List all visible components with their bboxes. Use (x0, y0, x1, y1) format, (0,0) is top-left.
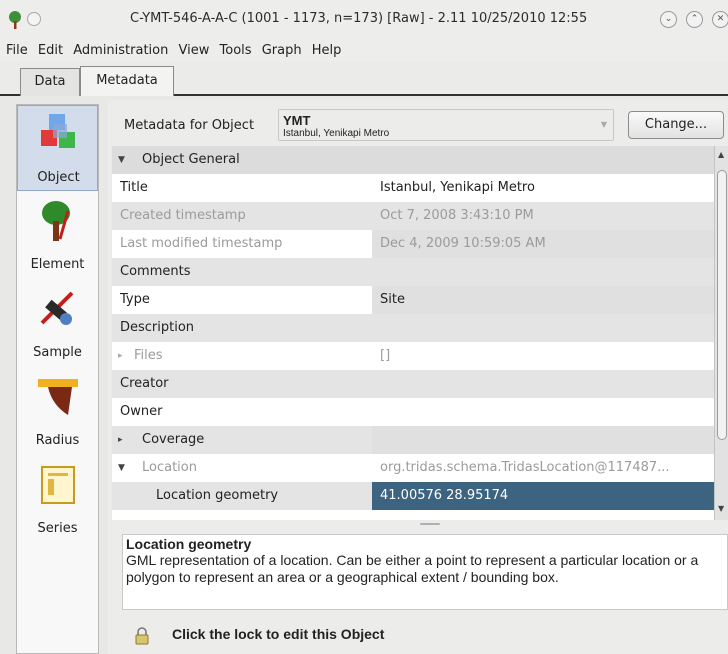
property-value[interactable] (372, 258, 714, 286)
table-row[interactable]: Type Site (112, 286, 714, 314)
expanded-triangle-icon: ▼ (118, 155, 125, 165)
menu-tools[interactable]: Tools (214, 40, 252, 62)
collapsed-triangle-icon[interactable]: ▸ (118, 342, 123, 370)
sidebar-item-series[interactable]: Series (17, 457, 98, 543)
metadata-panel: Metadata for Object YMT Istanbul, Yenika… (108, 100, 728, 654)
property-table: ▼ Object General Title Istanbul, Yenikap… (112, 146, 714, 520)
table-row[interactable]: Title Istanbul, Yenikapi Metro (112, 174, 714, 202)
table-row[interactable]: ▸ Files [] (112, 342, 714, 370)
property-name: Location geometry (156, 488, 279, 503)
title-bar: C-YMT-546-A-A-C (1001 - 1173, n=173) [Ra… (0, 0, 728, 40)
collapsed-triangle-icon[interactable]: ▸ (118, 426, 123, 454)
property-value[interactable] (372, 314, 714, 342)
property-value: Oct 7, 2008 3:43:10 PM (380, 208, 534, 223)
tab-strip: Data Metadata (0, 62, 728, 96)
table-row[interactable]: Description (112, 314, 714, 342)
property-value[interactable] (372, 370, 714, 398)
menu-help[interactable]: Help (306, 40, 342, 62)
change-button[interactable]: Change... (628, 111, 724, 139)
vertical-scrollbar[interactable]: ▲ ▼ (714, 146, 728, 520)
description-text: GML representation of a location. Can be… (126, 552, 699, 585)
window-menu-button[interactable] (27, 12, 41, 26)
description-title: Location geometry (126, 536, 252, 552)
property-name: Files (134, 348, 163, 363)
table-row[interactable]: ▼ Location org.tridas.schema.TridasLocat… (112, 454, 714, 482)
app-tree-icon (9, 11, 21, 29)
cubes-icon (41, 114, 75, 148)
property-value[interactable] (372, 398, 714, 426)
sidebar-item-radius[interactable]: Radius (17, 369, 98, 455)
sidebar-item-element[interactable]: Element (17, 193, 98, 279)
document-icon (41, 466, 75, 504)
window-title: C-YMT-546-A-A-C (1001 - 1173, n=173) [Ra… (130, 11, 588, 26)
metadata-label: Metadata for Object (124, 118, 255, 133)
sidebar-item-label: Object (37, 170, 80, 185)
expanded-triangle-icon[interactable]: ▼ (118, 454, 125, 482)
tab-data[interactable]: Data (20, 68, 80, 96)
menu-file[interactable]: File (0, 40, 28, 62)
table-row[interactable]: Last modified timestamp Dec 4, 2009 10:5… (112, 230, 714, 258)
table-row[interactable]: Location geometry 41.00576 28.95174 (112, 482, 714, 510)
sidebar-item-label: Radius (35, 433, 80, 448)
minimize-button[interactable]: ⌄ (660, 11, 677, 28)
menu-administration[interactable]: Administration (67, 40, 168, 62)
menu-view[interactable]: View (173, 40, 210, 62)
tree-icon (42, 201, 70, 241)
table-row[interactable]: Comments (112, 258, 714, 286)
property-name: Last modified timestamp (120, 236, 283, 251)
property-value[interactable]: 41.00576 28.95174 (372, 482, 714, 510)
sidebar: Object Element Sample Radius Series (16, 104, 99, 654)
saw-icon (40, 291, 74, 325)
table-row[interactable]: ▸ Coverage (112, 426, 714, 454)
sidebar-item-sample[interactable]: Sample (17, 281, 98, 367)
scroll-thumb[interactable] (717, 170, 727, 440)
close-button[interactable]: ✕ (712, 11, 728, 28)
scroll-up-icon[interactable]: ▲ (718, 150, 724, 159)
tab-metadata[interactable]: Metadata (80, 66, 174, 96)
table-row[interactable]: Owner (112, 398, 714, 426)
property-value[interactable]: Istanbul, Yenikapi Metro (372, 174, 714, 202)
sidebar-item-label: Sample (33, 345, 82, 360)
menu-edit[interactable]: Edit (32, 40, 63, 62)
lock-bar: Click the lock to edit this Object (122, 620, 728, 650)
category-object-general[interactable]: ▼ Object General (112, 146, 714, 174)
property-name: Created timestamp (120, 208, 246, 223)
property-name: Owner (120, 404, 163, 419)
description-panel: Location geometry GML representation of … (122, 534, 728, 610)
property-value[interactable]: Site (372, 286, 714, 314)
lock-icon[interactable] (134, 627, 150, 645)
sidebar-item-label: Element (30, 257, 85, 272)
property-name: Location (142, 460, 197, 475)
sidebar-item-object[interactable]: Object (17, 105, 98, 191)
ruler-icon (38, 379, 78, 415)
object-code: YMT (283, 113, 311, 128)
property-name: Coverage (142, 432, 205, 447)
property-value[interactable] (372, 426, 714, 454)
property-name: Creator (120, 376, 169, 391)
property-name: Description (120, 320, 195, 335)
property-value: [] (380, 348, 391, 363)
table-row[interactable]: Creator (112, 370, 714, 398)
table-row[interactable]: Created timestamp Oct 7, 2008 3:43:10 PM (112, 202, 714, 230)
scroll-down-icon[interactable]: ▼ (718, 504, 724, 513)
splitter-grip[interactable] (420, 523, 440, 525)
property-name: Comments (120, 264, 191, 279)
maximize-button[interactable]: ⌃ (686, 11, 703, 28)
menubar: File Edit Administration View Tools Grap… (0, 40, 728, 62)
category-label: Object General (142, 152, 240, 167)
property-value: org.tridas.schema.TridasLocation@117487.… (380, 460, 670, 475)
lock-message: Click the lock to edit this Object (172, 626, 385, 642)
property-name: Type (120, 292, 150, 307)
object-name: Istanbul, Yenikapi Metro (283, 128, 390, 139)
table-row (112, 510, 714, 520)
sidebar-item-label: Series (37, 521, 78, 536)
property-value: Dec 4, 2009 10:59:05 AM (372, 230, 714, 258)
object-selector[interactable]: YMT Istanbul, Yenikapi Metro ▼ (278, 109, 614, 141)
object-header: Metadata for Object YMT Istanbul, Yenika… (112, 104, 728, 148)
splitter[interactable] (112, 520, 728, 528)
menu-graph[interactable]: Graph (256, 40, 302, 62)
property-name: Title (120, 180, 148, 195)
dropdown-arrow-icon: ▼ (600, 120, 607, 129)
